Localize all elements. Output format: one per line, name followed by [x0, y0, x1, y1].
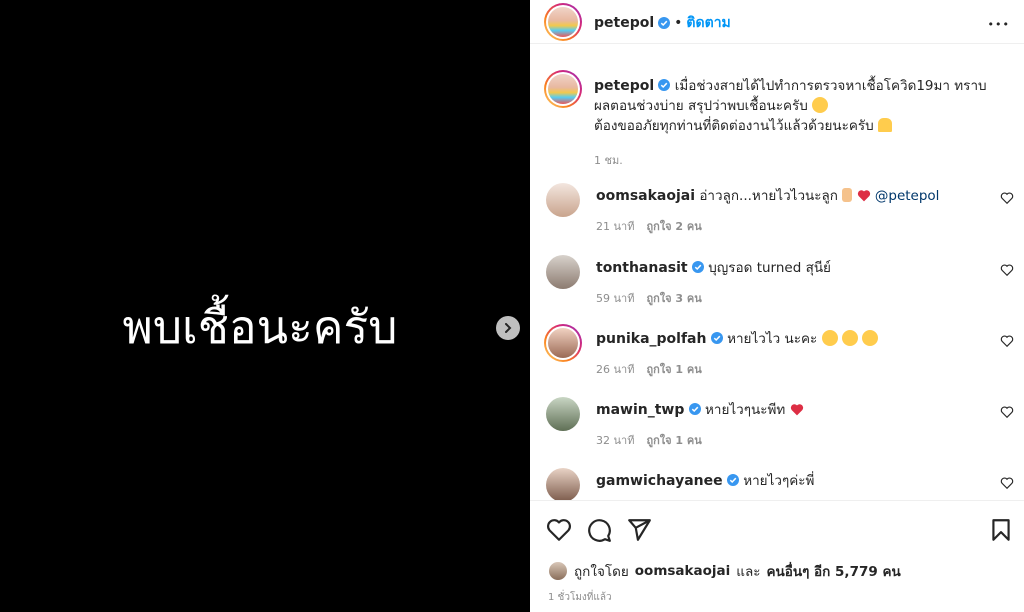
red-heart-emoji-icon	[857, 190, 870, 202]
comment-time[interactable]: 26 นาที	[596, 360, 634, 378]
header-separator: •	[674, 15, 683, 31]
heart-eyes-emoji-icon	[821, 330, 838, 346]
likes-prefix: ถูกใจโดย	[574, 564, 629, 580]
comment-time[interactable]: 32 นาที	[596, 431, 634, 449]
comment-item: tonthanasit บุญรอด turned สุนีย์ 59 นาที…	[530, 255, 1024, 325]
commenter-avatar[interactable]	[546, 255, 580, 289]
victory-emoji-icon	[842, 188, 853, 202]
comment-item: gamwichayanee หายไวๆค่ะพี่	[530, 468, 1024, 500]
comment-time[interactable]: 59 นาที	[596, 289, 634, 307]
likes-and: และ	[736, 564, 761, 580]
commenter-username[interactable]: mawin_twp	[596, 402, 684, 418]
verified-icon	[688, 403, 701, 415]
heart-eyes-emoji-icon	[841, 330, 858, 346]
caption-time[interactable]: 1 ชม.	[594, 154, 623, 167]
liker-username[interactable]: oomsakaojai	[635, 563, 731, 579]
heart-eyes-emoji-icon	[862, 330, 879, 346]
verified-icon	[658, 17, 671, 29]
comment-mention[interactable]: @petepol	[875, 188, 940, 204]
comment-item: oomsakaojai อ่าวลูก...หายไวไวนะลูก @pete…	[530, 183, 1024, 253]
follow-button[interactable]: ติดตาม	[686, 12, 730, 34]
verified-icon	[691, 261, 704, 273]
commenter-avatar[interactable]	[546, 397, 580, 431]
others-likes[interactable]: คนอื่นๆ อีก 5,779 คน	[767, 560, 901, 582]
posted-time[interactable]: 1 ชั่วโมงที่แล้ว	[548, 590, 612, 605]
post-header: petepol • ติดตาม •••	[530, 0, 1024, 44]
author-avatar[interactable]	[544, 3, 582, 41]
comment-text: หายไวๆนะพีท	[704, 402, 786, 418]
next-slide-button[interactable]	[496, 316, 520, 340]
commenter-username[interactable]: punika_polfah	[596, 331, 706, 347]
action-bar	[530, 500, 1024, 560]
comment-likes[interactable]: ถูกใจ 2 คน	[646, 217, 701, 235]
likes-summary: ถูกใจโดย oomsakaojai และ คนอื่นๆ อีก 5,7…	[548, 560, 901, 582]
like-comment-icon[interactable]	[1000, 334, 1014, 348]
verified-icon	[726, 474, 739, 486]
like-comment-icon[interactable]	[1000, 191, 1014, 205]
like-comment-icon[interactable]	[1000, 405, 1014, 419]
like-comment-icon[interactable]	[1000, 476, 1014, 490]
verified-icon	[710, 332, 723, 344]
comment-item: mawin_twp หายไวๆนะพีท 32 นาที ถูกใจ 1 คน	[530, 397, 1024, 467]
caption-username[interactable]: petepol	[594, 78, 654, 94]
commenter-avatar[interactable]	[544, 324, 582, 362]
comment-text: หายไวไว นะคะ	[727, 331, 818, 347]
media-text: พบเชื้อนะครับ	[122, 300, 398, 354]
commenter-username[interactable]: oomsakaojai	[596, 188, 695, 204]
comment-likes[interactable]: ถูกใจ 3 คน	[646, 289, 701, 307]
caption-line-2: ต้องขออภัยทุกท่านที่ติดต่องานไว้แล้วด้วย…	[594, 118, 874, 134]
verified-icon	[658, 79, 671, 91]
commenter-username[interactable]: gamwichayanee	[596, 473, 723, 489]
caption-avatar[interactable]	[544, 70, 582, 108]
commenter-username[interactable]: tonthanasit	[596, 260, 688, 276]
liker-avatar[interactable]	[548, 561, 568, 581]
chevron-right-icon	[505, 323, 512, 333]
grin-emoji-icon	[812, 97, 829, 113]
commenter-avatar[interactable]	[546, 183, 580, 217]
comment-time[interactable]: 21 นาที	[596, 217, 634, 235]
commenter-avatar[interactable]	[546, 468, 580, 500]
comment-text: อ่าวลูก...หายไวไวนะลูก	[699, 188, 838, 204]
save-bookmark-icon[interactable]	[988, 517, 1014, 543]
comment-text: หายไวๆค่ะพี่	[743, 473, 815, 489]
more-options-icon[interactable]: •••	[988, 16, 1010, 34]
comment-likes[interactable]: ถูกใจ 1 คน	[646, 360, 701, 378]
red-heart-emoji-icon	[790, 404, 803, 416]
comment-icon[interactable]	[586, 517, 612, 543]
post-panel: petepol • ติดตาม ••• petepol เมื่อช่วงสา…	[530, 0, 1024, 612]
comment-item: punika_polfah หายไวไว นะคะ 26 นาที ถูกใจ…	[530, 324, 1024, 396]
like-comment-icon[interactable]	[1000, 263, 1014, 277]
post-media[interactable]: พบเชื้อนะครับ	[0, 0, 530, 612]
author-username[interactable]: petepol	[594, 15, 654, 31]
like-icon[interactable]	[546, 517, 572, 543]
share-icon[interactable]	[626, 517, 652, 543]
pray-emoji-icon	[878, 118, 893, 132]
comment-likes[interactable]: ถูกใจ 1 คน	[646, 431, 701, 449]
comment-text: บุญรอด turned สุนีย์	[708, 260, 831, 276]
